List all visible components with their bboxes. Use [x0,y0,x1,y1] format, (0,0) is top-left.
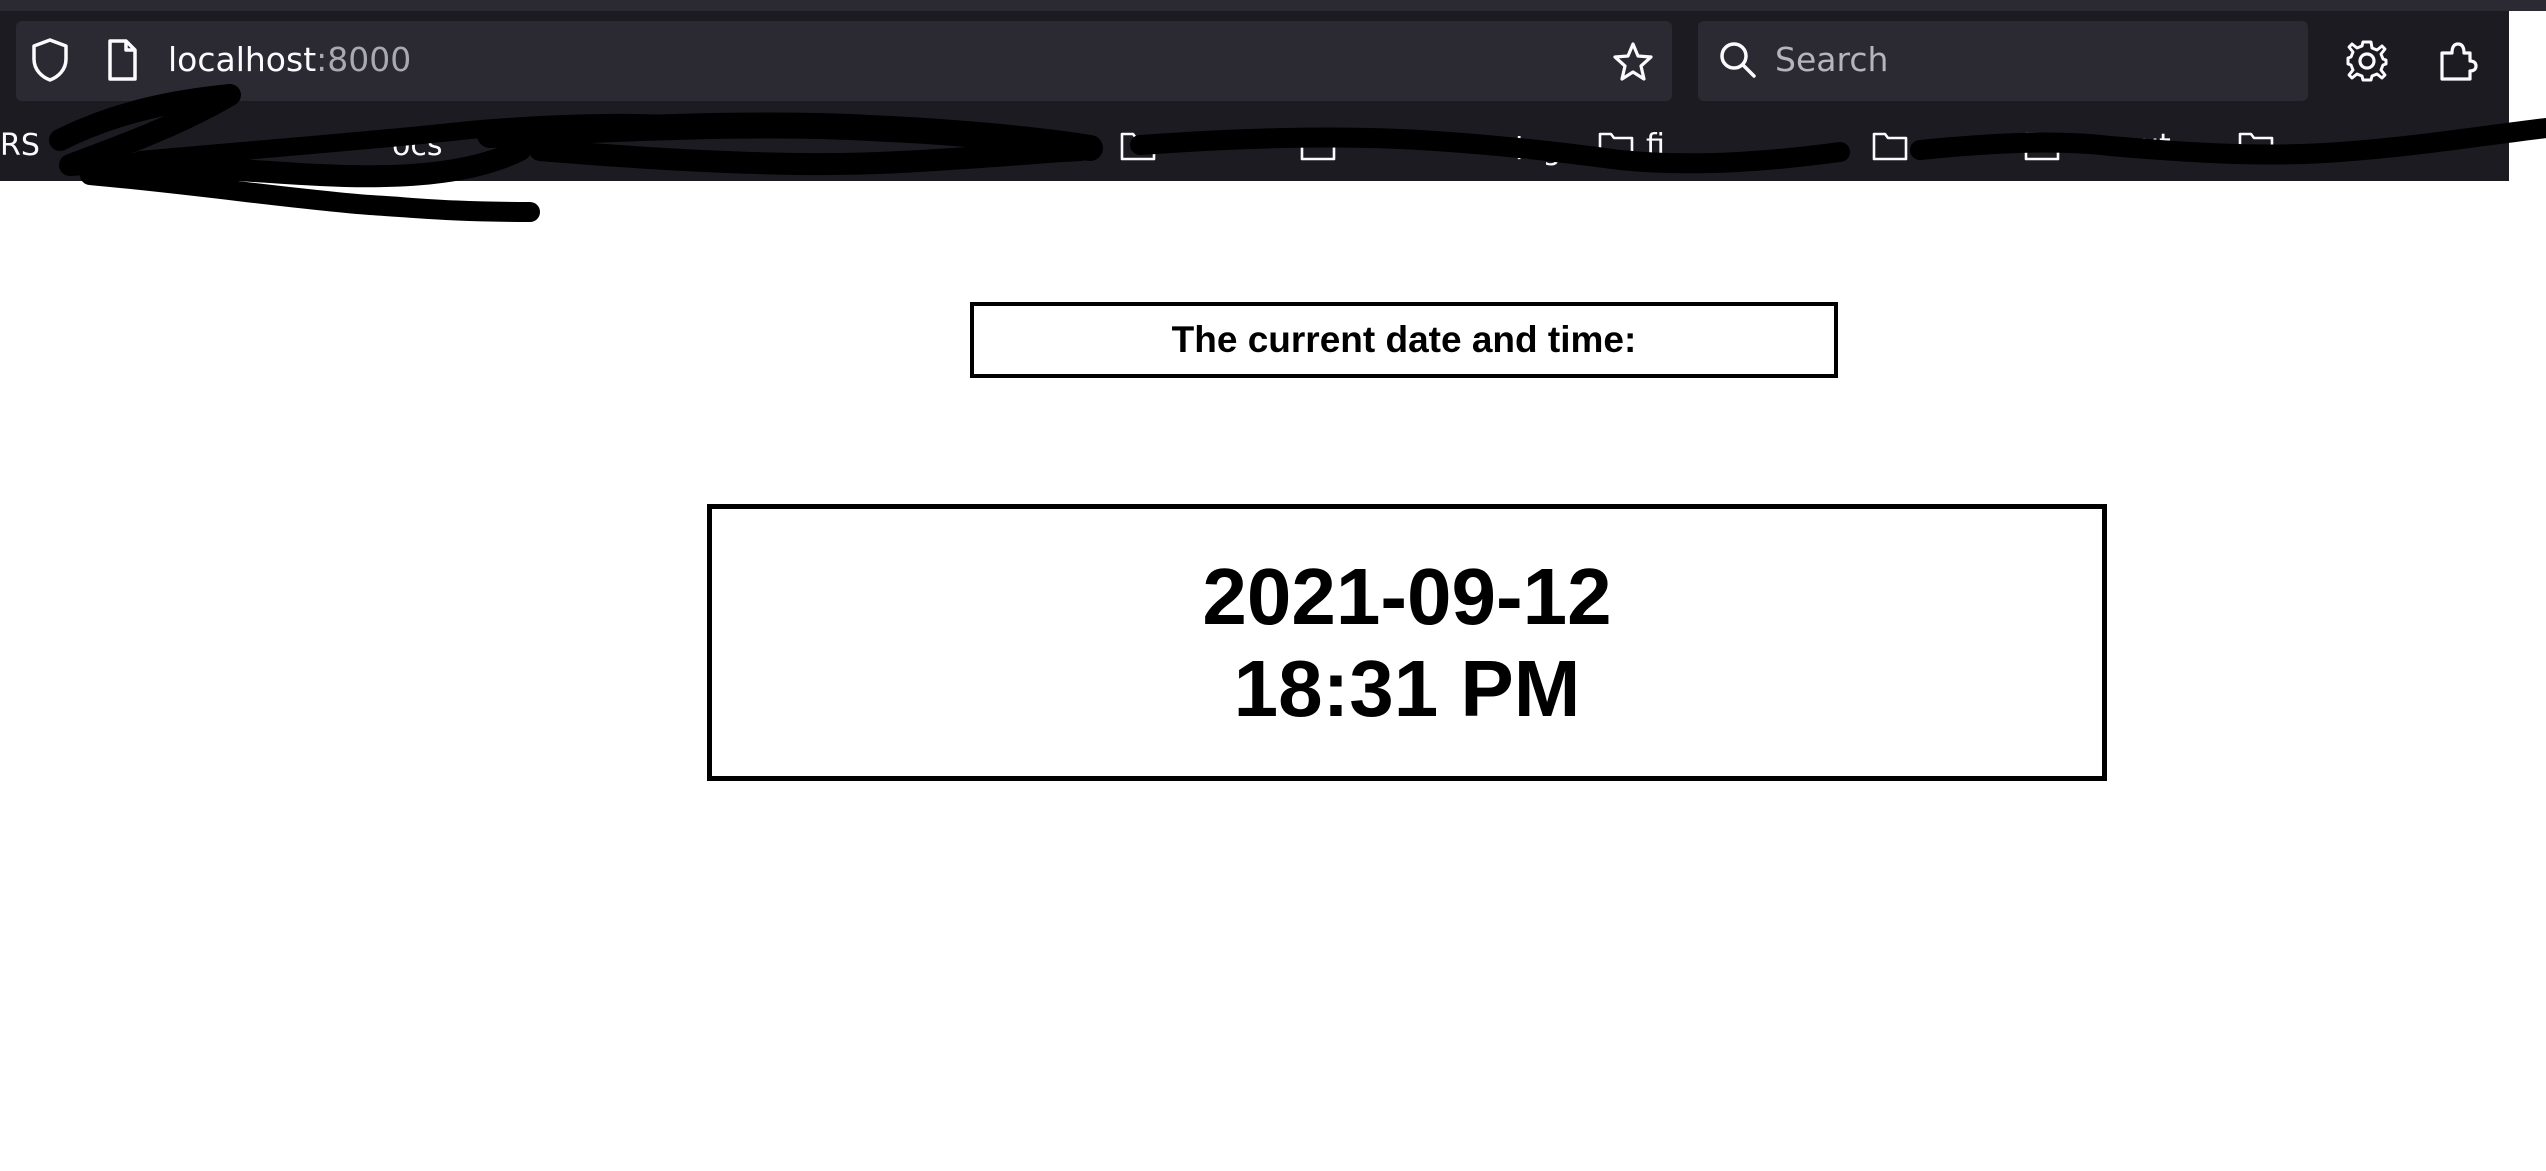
folder-icon[interactable] [2024,131,2060,161]
star-icon[interactable] [1611,40,1655,84]
url-text[interactable]: localhost:8000 [168,40,411,80]
folder-icon[interactable] [2238,131,2274,161]
search-icon [1720,42,1756,78]
date-text: 2021-09-12 [1202,551,1612,641]
url-host: localhost [168,40,317,79]
bookmarks-toolbar: RS ocs ing fi ut [0,112,2509,181]
folder-icon[interactable] [1300,131,1336,161]
folder-icon[interactable] [1598,131,1634,161]
caption-text: The current date and time: [1171,319,1637,360]
gear-icon[interactable] [2345,39,2389,83]
bookmark-item[interactable]: ocs [392,126,442,166]
datetime-display: 2021-09-12 18:31 PM [707,504,2107,781]
caption-box: The current date and time: [970,302,1838,378]
tab-strip [0,0,2546,11]
bookmark-item[interactable]: fi [1646,126,1665,166]
extensions-icon[interactable] [2436,39,2480,83]
bookmark-item[interactable]: ing [1515,130,1561,170]
folder-icon[interactable] [1872,131,1908,161]
url-port: :8000 [316,40,412,79]
bookmark-item[interactable]: RS [0,126,40,166]
page-icon[interactable] [104,37,140,83]
shield-icon[interactable] [30,37,70,83]
time-text: 18:31 PM [1233,643,1581,733]
folder-icon[interactable] [1120,131,1156,161]
bookmark-item[interactable]: ut [2140,126,2171,166]
search-input[interactable]: Search [1775,40,1888,80]
